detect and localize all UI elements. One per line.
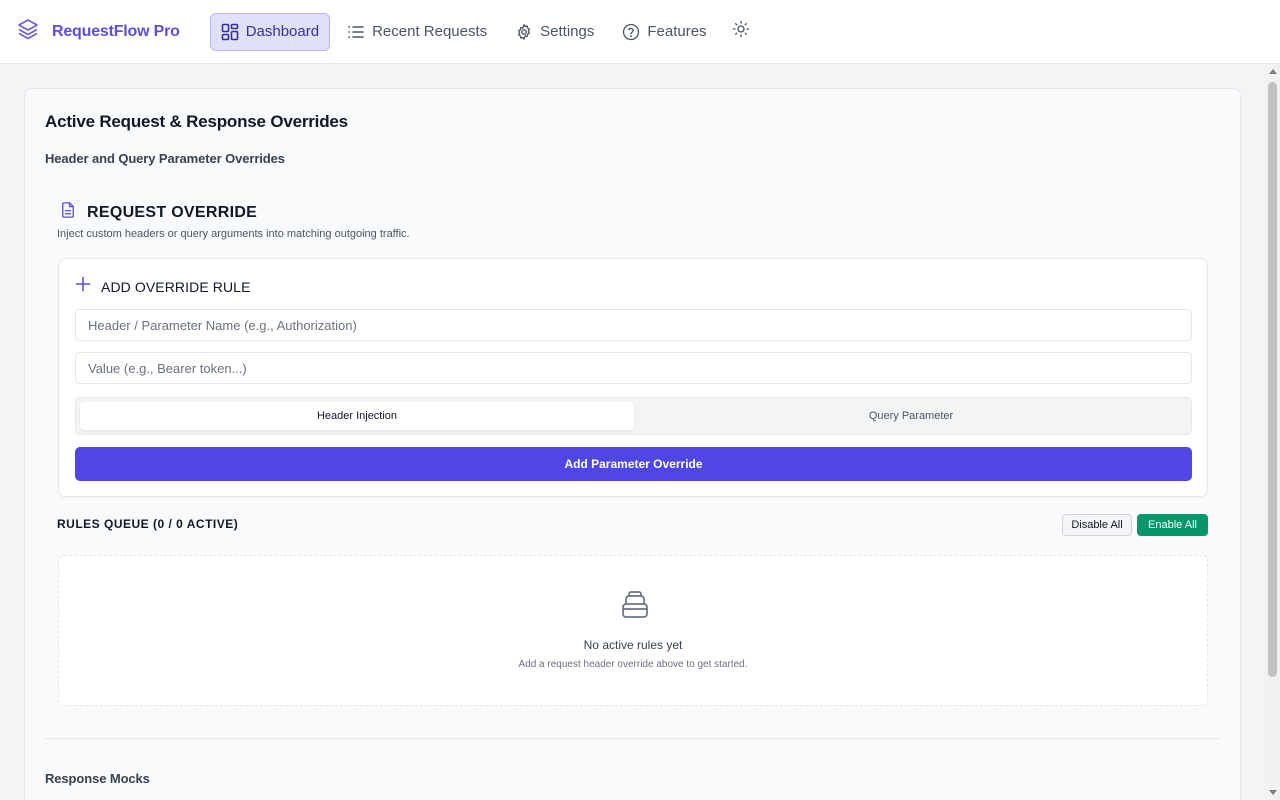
add-rule-form: ADD OVERRIDE RULE Header Injection Query… (58, 258, 1208, 497)
overrides-panel: Active Request & Response Overrides Head… (24, 88, 1241, 800)
request-override-description: Inject custom headers or query arguments… (57, 228, 410, 240)
brand[interactable]: RequestFlow Pro (16, 17, 180, 46)
page-title: Active Request & Response Overrides (45, 112, 348, 131)
request-override-title: REQUEST OVERRIDE (87, 203, 258, 221)
section-divider (45, 738, 1220, 739)
parameter-name-input[interactable] (75, 309, 1192, 341)
scroll-down-icon[interactable] (1269, 790, 1277, 795)
add-rule-heading: ADD OVERRIDE RULE (75, 276, 251, 297)
rules-queue-title: RULES QUEUE (0 / 0 ACTIVE) (57, 517, 239, 531)
enable-all-button[interactable]: Enable All (1137, 514, 1208, 536)
type-option-query-parameter[interactable]: Query Parameter (634, 402, 1188, 430)
gear-icon (515, 23, 533, 41)
sun-icon (732, 20, 750, 43)
empty-state-subtitle: Add a request header override above to g… (518, 659, 748, 670)
request-override-header: REQUEST OVERRIDE (59, 201, 257, 224)
nav-item-dashboard[interactable]: Dashboard (209, 12, 331, 51)
scroll-thumb[interactable] (1268, 82, 1277, 677)
type-option-header-injection[interactable]: Header Injection (80, 402, 634, 430)
brand-name: RequestFlow Pro (52, 22, 180, 40)
add-rule-heading-label: ADD OVERRIDE RULE (101, 278, 251, 295)
parameter-value-input[interactable] (75, 352, 1192, 384)
nav-item-recent-requests[interactable]: Recent Requests (336, 13, 498, 51)
page-scrollbar[interactable] (1265, 64, 1280, 800)
nav-label-dashboard: Dashboard (245, 23, 320, 40)
override-type-toggle: Header Injection Query Parameter (75, 397, 1192, 435)
nav-item-settings[interactable]: Settings (504, 13, 605, 51)
dashboard-icon (221, 23, 239, 41)
help-circle-icon (622, 23, 640, 41)
list-icon (347, 23, 365, 41)
layers-icon (16, 17, 40, 46)
nav-label-recent-requests: Recent Requests (372, 23, 488, 40)
document-icon (59, 201, 77, 224)
rules-empty-state: No active rules yet Add a request header… (58, 555, 1208, 706)
disable-all-button[interactable]: Disable All (1062, 514, 1132, 536)
scroll-up-icon[interactable] (1269, 69, 1277, 74)
inbox-icon (620, 590, 650, 625)
nav-label-settings: Settings (540, 23, 595, 40)
nav-label-features: Features (647, 23, 707, 40)
theme-toggle-button[interactable] (724, 13, 758, 51)
add-parameter-override-button[interactable]: Add Parameter Override (75, 447, 1192, 481)
section-heading-header-overrides: Header and Query Parameter Overrides (45, 151, 285, 166)
empty-state-title: No active rules yet (583, 638, 683, 652)
nav-item-features[interactable]: Features (611, 13, 717, 51)
plus-icon (75, 276, 91, 297)
top-navbar: RequestFlow Pro Dashboard Recent Request (0, 0, 1280, 64)
section-heading-response-mocks: Response Mocks (45, 771, 150, 786)
